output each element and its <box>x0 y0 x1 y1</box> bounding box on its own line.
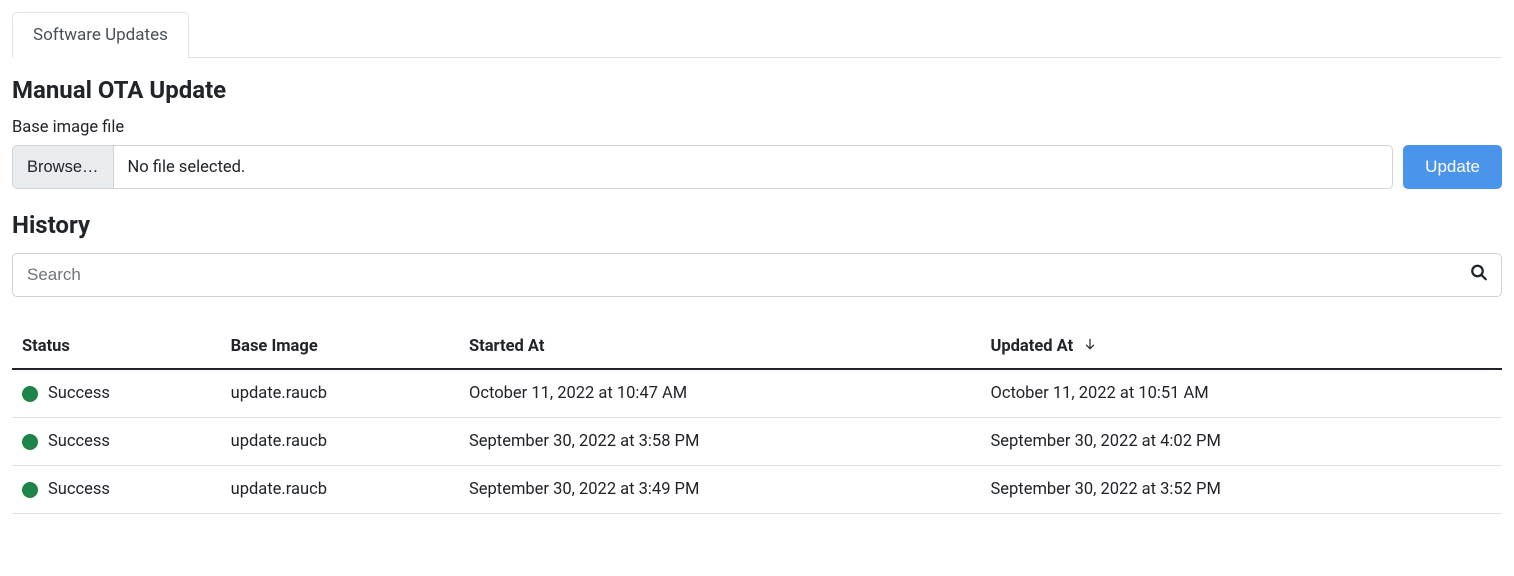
col-header-base-image[interactable]: Base Image <box>221 325 459 369</box>
search-wrap <box>12 253 1502 297</box>
updated-at-cell: September 30, 2022 at 3:52 PM <box>980 466 1502 514</box>
tab-bar: Software Updates <box>12 12 1502 58</box>
manual-ota-title: Manual OTA Update <box>12 76 1502 104</box>
base-image-cell: update.raucb <box>221 466 459 514</box>
base-image-cell: update.raucb <box>221 369 459 418</box>
search-icon[interactable] <box>1470 264 1488 287</box>
table-row: Successupdate.raucbSeptember 30, 2022 at… <box>12 466 1502 514</box>
base-image-cell: update.raucb <box>221 418 459 466</box>
browse-button[interactable]: Browse… <box>13 146 114 188</box>
table-row: Successupdate.raucbSeptember 30, 2022 at… <box>12 418 1502 466</box>
update-button[interactable]: Update <box>1403 145 1502 189</box>
history-table: Status Base Image Started At Updated At … <box>12 325 1502 514</box>
started-at-cell: September 30, 2022 at 3:58 PM <box>459 418 981 466</box>
file-row: Browse… No file selected. Update <box>12 145 1502 189</box>
status-cell: Success <box>22 384 211 403</box>
updated-at-cell: September 30, 2022 at 4:02 PM <box>980 418 1502 466</box>
table-row: Successupdate.raucbOctober 11, 2022 at 1… <box>12 369 1502 418</box>
col-header-status[interactable]: Status <box>12 325 221 369</box>
status-cell: Success <box>22 432 211 451</box>
status-dot-icon <box>22 386 38 402</box>
status-text: Success <box>48 432 110 451</box>
tab-software-updates[interactable]: Software Updates <box>12 12 189 58</box>
status-cell: Success <box>22 480 211 499</box>
base-image-file-label: Base image file <box>12 118 1502 137</box>
status-dot-icon <box>22 482 38 498</box>
file-picker[interactable]: Browse… No file selected. <box>12 145 1393 189</box>
search-input[interactable] <box>12 253 1502 297</box>
status-text: Success <box>48 480 110 499</box>
updated-at-cell: October 11, 2022 at 10:51 AM <box>980 369 1502 418</box>
col-header-updated-at-label: Updated At <box>990 337 1073 356</box>
started-at-cell: September 30, 2022 at 3:49 PM <box>459 466 981 514</box>
col-header-started-at[interactable]: Started At <box>459 325 981 369</box>
col-header-updated-at[interactable]: Updated At <box>980 325 1502 369</box>
status-text: Success <box>48 384 110 403</box>
selected-file-text: No file selected. <box>114 146 260 188</box>
status-dot-icon <box>22 434 38 450</box>
history-title: History <box>12 211 1502 239</box>
arrow-down-icon <box>1083 337 1097 356</box>
started-at-cell: October 11, 2022 at 10:47 AM <box>459 369 981 418</box>
